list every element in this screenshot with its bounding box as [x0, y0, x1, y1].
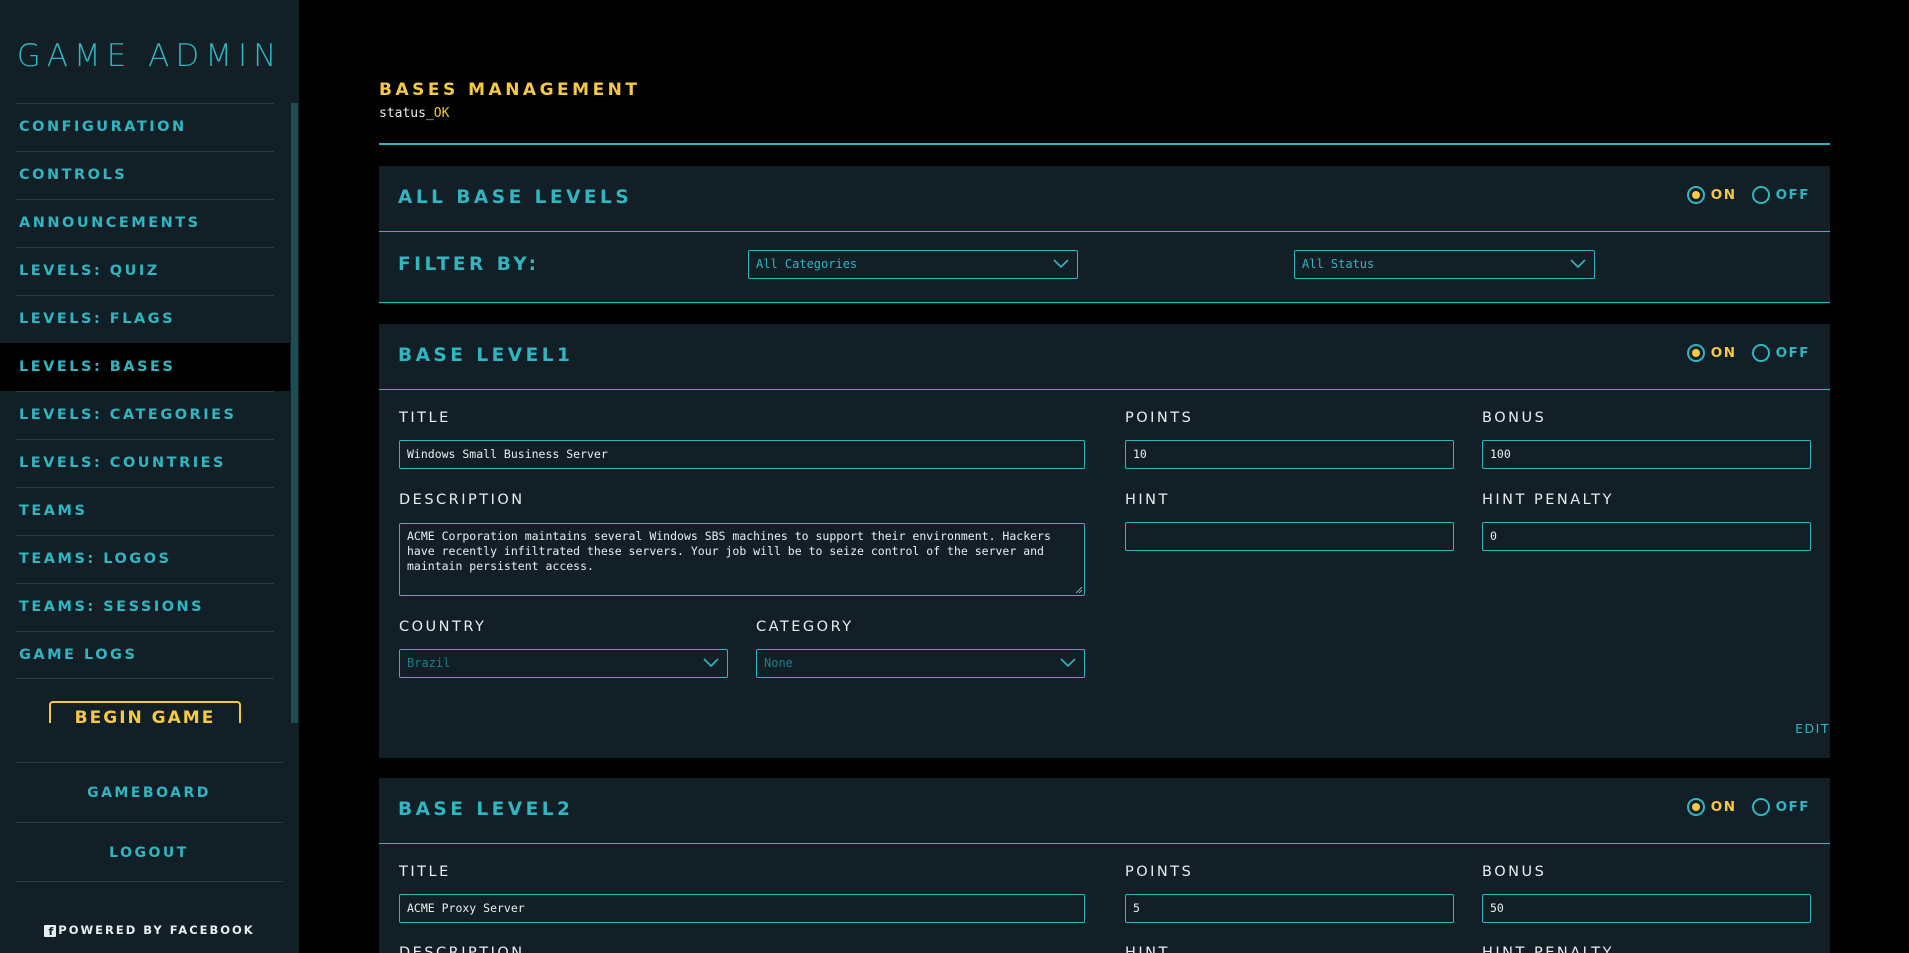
base-level-header: BASE LEVEL2 ON OFF	[379, 778, 1830, 844]
radio-off[interactable]	[1751, 798, 1770, 816]
country-value: Brazil	[407, 656, 451, 670]
title-input[interactable]: ACME Proxy Server	[399, 894, 1085, 923]
points-label: POINTS	[1125, 410, 1194, 426]
begin-game-button[interactable]: BEGIN GAME	[49, 701, 241, 723]
sidebar-item-teams[interactable]: TEAMS	[16, 487, 274, 535]
category-filter-select[interactable]: All Categories	[748, 250, 1078, 279]
title-label: TITLE	[399, 864, 451, 880]
status-filter-select[interactable]: All Status	[1294, 250, 1595, 279]
sidebar-nav: CONFIGURATION CONTROLS ANNOUNCEMENTS LEV…	[0, 103, 290, 723]
facebook-icon: f	[44, 925, 57, 938]
description-text: ACME Corporation maintains several Windo…	[407, 529, 1051, 573]
all-levels-header: ALL BASE LEVELS ON OFF	[379, 166, 1830, 232]
radio-off[interactable]	[1751, 186, 1770, 204]
title-input[interactable]: Windows Small Business Server	[399, 440, 1085, 469]
sidebar-scrollbar[interactable]	[291, 103, 298, 723]
country-select[interactable]: Brazil	[399, 649, 728, 678]
chevron-down-icon	[1053, 259, 1069, 269]
sidebar-item-announcements[interactable]: ANNOUNCEMENTS	[16, 199, 274, 247]
logout-link[interactable]: LOGOUT	[15, 822, 283, 882]
sidebar-item-game-logs[interactable]: GAME LOGS	[16, 631, 274, 679]
base-level-toggle: ON OFF	[1686, 798, 1810, 816]
powered-by[interactable]: f POWERED BY FACEBOOK	[0, 923, 299, 938]
sidebar-item-levels-quiz[interactable]: LEVELS: QUIZ	[16, 247, 274, 295]
resize-handle-icon[interactable]	[1075, 586, 1083, 594]
hint-penalty-label: HINT PENALTY	[1482, 492, 1614, 508]
all-levels-title: ALL BASE LEVELS	[398, 187, 633, 208]
base-level-panel: BASE LEVEL2 ON OFF	[379, 778, 1830, 953]
chevron-down-icon	[1570, 259, 1586, 269]
description-textarea[interactable]: ACME Corporation maintains several Windo…	[399, 523, 1085, 596]
country-label: COUNTRY	[399, 619, 487, 635]
toggle-off-label[interactable]: OFF	[1776, 345, 1810, 361]
sidebar: GAME ADMIN CONFIGURATION CONTROLS ANNOUN…	[0, 0, 299, 953]
toggle-off-label[interactable]: OFF	[1776, 799, 1810, 815]
gameboard-link[interactable]: GAMEBOARD	[15, 762, 283, 822]
filter-row: FILTER BY: All Categories All Status	[379, 232, 1830, 303]
sidebar-item-teams-logos[interactable]: TEAMS: LOGOS	[16, 535, 274, 583]
radio-off[interactable]	[1751, 344, 1770, 362]
chevron-down-icon	[703, 658, 719, 668]
bonus-input[interactable]: 50	[1482, 894, 1811, 923]
hint-label: HINT	[1125, 492, 1170, 508]
bonus-label: BONUS	[1482, 864, 1547, 880]
base-level-toggle: ON OFF	[1686, 344, 1810, 362]
toggle-on-label[interactable]: ON	[1711, 345, 1737, 361]
sidebar-item-levels-countries[interactable]: LEVELS: COUNTRIES	[16, 439, 274, 487]
points-input[interactable]: 5	[1125, 894, 1454, 923]
status-value: OK	[433, 106, 450, 121]
toggle-off-label[interactable]: OFF	[1776, 187, 1810, 203]
category-label: CATEGORY	[756, 619, 854, 635]
radio-on[interactable]	[1686, 186, 1705, 204]
description-label: DESCRIPTION	[399, 492, 525, 508]
base-level-title: BASE LEVEL2	[398, 799, 574, 820]
description-label: DESCRIPTION	[399, 945, 525, 953]
title-label: TITLE	[399, 410, 451, 426]
sidebar-item-levels-bases[interactable]: LEVELS: BASES	[0, 343, 290, 391]
hint-label: HINT	[1125, 945, 1170, 953]
edit-button[interactable]: EDIT	[1795, 721, 1830, 736]
sidebar-item-teams-sessions[interactable]: TEAMS: SESSIONS	[16, 583, 274, 631]
base-level-header: BASE LEVEL1 ON OFF	[379, 324, 1830, 390]
toggle-on-label[interactable]: ON	[1711, 799, 1737, 815]
base-level-title: BASE LEVEL1	[398, 345, 574, 366]
hint-input[interactable]	[1125, 522, 1454, 551]
powered-by-label: POWERED BY FACEBOOK	[58, 923, 255, 937]
page-status: status_OK	[379, 106, 641, 121]
points-input[interactable]: 10	[1125, 440, 1454, 469]
radio-on[interactable]	[1686, 798, 1705, 816]
sidebar-item-levels-flags[interactable]: LEVELS: FLAGS	[16, 295, 274, 343]
all-levels-panel: ALL BASE LEVELS ON OFF FILTER BY: All Ca…	[379, 166, 1830, 304]
category-filter-value: All Categories	[756, 257, 858, 271]
sidebar-footer-links: GAMEBOARD LOGOUT	[15, 762, 283, 882]
header-divider	[379, 143, 1830, 145]
page-title: BASES MANAGEMENT	[379, 80, 641, 100]
radio-on[interactable]	[1686, 344, 1705, 362]
hint-penalty-label: HINT PENALTY	[1482, 945, 1614, 953]
points-label: POINTS	[1125, 864, 1194, 880]
main-content: BASES MANAGEMENT status_OK ALL BASE LEVE…	[299, 0, 1909, 953]
sidebar-item-configuration[interactable]: CONFIGURATION	[16, 103, 274, 151]
chevron-down-icon	[1060, 658, 1076, 668]
filter-label: FILTER BY:	[398, 254, 540, 275]
toggle-on-label[interactable]: ON	[1711, 187, 1737, 203]
sidebar-item-controls[interactable]: CONTROLS	[16, 151, 274, 199]
brand-title: GAME ADMIN	[16, 38, 283, 74]
status-prefix: status_	[379, 106, 434, 121]
all-levels-toggle: ON OFF	[1686, 186, 1810, 204]
category-value: None	[764, 656, 793, 670]
status-filter-value: All Status	[1302, 257, 1375, 271]
bonus-label: BONUS	[1482, 410, 1547, 426]
bonus-input[interactable]: 100	[1482, 440, 1811, 469]
page-header: BASES MANAGEMENT status_OK	[379, 80, 641, 121]
sidebar-item-levels-categories[interactable]: LEVELS: CATEGORIES	[16, 391, 274, 439]
hint-penalty-input[interactable]: 0	[1482, 522, 1811, 551]
category-select[interactable]: None	[756, 649, 1085, 678]
